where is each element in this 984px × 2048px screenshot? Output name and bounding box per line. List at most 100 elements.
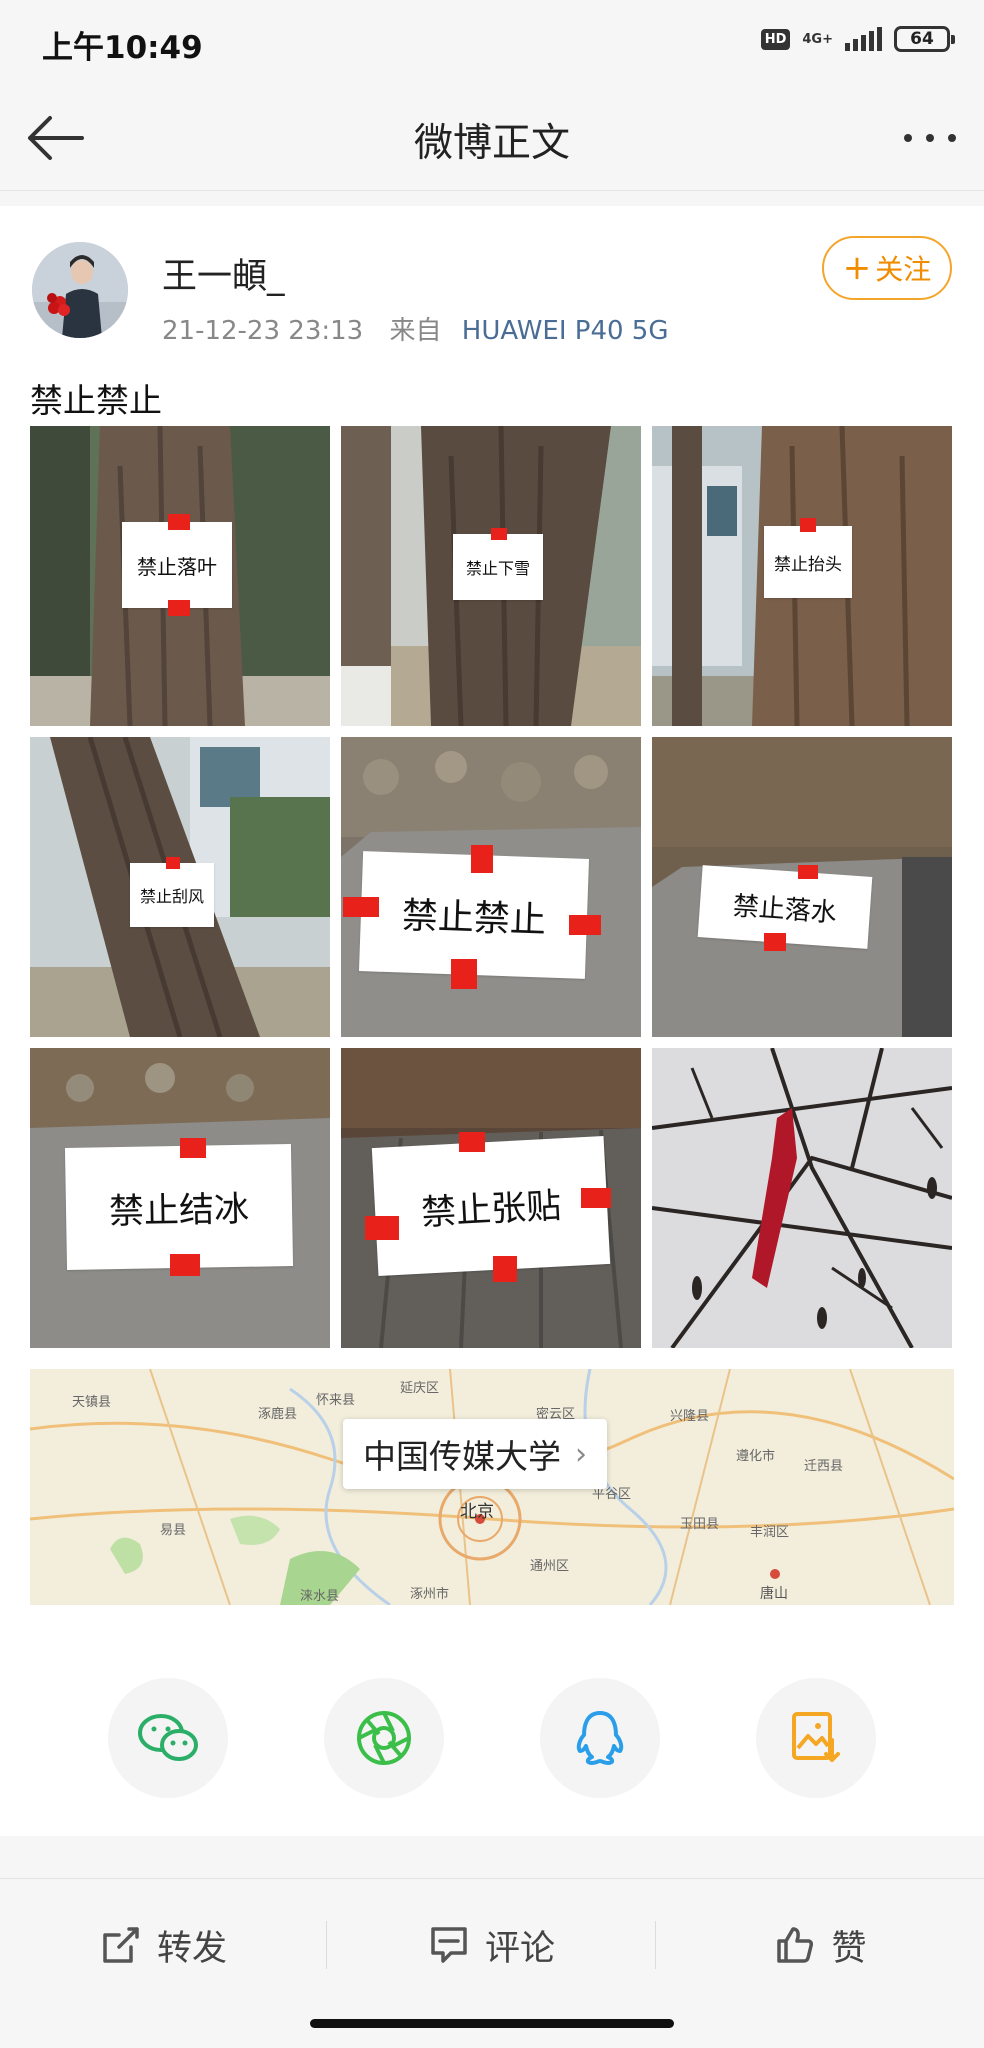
save-image-button[interactable] bbox=[756, 1678, 876, 1798]
sign-text: 禁止下雪 bbox=[465, 559, 530, 578]
post-timestamp: 21-12-23 23:13 bbox=[162, 316, 364, 346]
repost-icon bbox=[103, 1927, 139, 1963]
map-place-label: 北京 bbox=[460, 1502, 494, 1522]
sign-text: 禁止刮风 bbox=[139, 887, 204, 906]
post-image[interactable]: 禁止刮风 bbox=[30, 737, 330, 1037]
map-place-label: 玉田县 bbox=[680, 1517, 720, 1532]
wechat-icon bbox=[138, 1714, 198, 1761]
share-qq-button[interactable] bbox=[540, 1678, 660, 1798]
sign-text: 禁止抬头 bbox=[774, 554, 842, 575]
follow-label: 关注 bbox=[875, 253, 932, 286]
post-image[interactable]: 禁止抬头 bbox=[652, 426, 952, 726]
post-image[interactable] bbox=[652, 1048, 952, 1348]
post-image[interactable]: 禁止张贴 bbox=[341, 1048, 641, 1348]
map-place-label: 涿州市 bbox=[410, 1587, 450, 1602]
source-prefix: 来自 bbox=[389, 316, 442, 346]
source-device[interactable]: HUAWEI P40 5G bbox=[462, 316, 669, 346]
sign: 禁止张贴 bbox=[371, 1136, 611, 1276]
map-place-label: 天镇县 bbox=[72, 1395, 112, 1410]
tape bbox=[471, 845, 493, 873]
plus-icon: + bbox=[842, 248, 872, 288]
sign-text: 禁止落叶 bbox=[137, 554, 217, 579]
comment-icon bbox=[431, 1927, 467, 1963]
tape bbox=[168, 514, 190, 530]
sign-text: 禁止张贴 bbox=[420, 1185, 563, 1234]
tape bbox=[451, 959, 477, 989]
share-moments-button[interactable] bbox=[324, 1678, 444, 1798]
thumbs-up-icon bbox=[777, 1927, 814, 1963]
map-place-label: 易县 bbox=[160, 1523, 187, 1538]
home-indicator[interactable] bbox=[310, 2019, 674, 2028]
battery-icon: 64 bbox=[894, 26, 955, 52]
page-title: 微博正文 bbox=[413, 121, 570, 166]
map-place-label: 丰润区 bbox=[750, 1525, 790, 1540]
save-image-icon bbox=[792, 1712, 840, 1762]
map-place-label: 延庆区 bbox=[400, 1381, 440, 1396]
share-wechat-button[interactable] bbox=[108, 1678, 228, 1798]
repost-button[interactable]: 转发 bbox=[0, 1879, 326, 2011]
follow-button[interactable]: + 关注 bbox=[822, 236, 952, 300]
map-place-label: 兴隆县 bbox=[670, 1409, 710, 1424]
moments-icon bbox=[357, 1711, 411, 1765]
tape bbox=[491, 528, 507, 540]
map-place-label: 迁西县 bbox=[804, 1459, 844, 1474]
post-image[interactable]: 禁止结冰 bbox=[30, 1048, 330, 1348]
tape bbox=[581, 1188, 611, 1208]
image-grid: 禁止落叶 禁止下雪 禁止抬头 禁止刮风 禁止禁止 禁止落水 禁止结冰 禁止张贴 bbox=[30, 426, 952, 1348]
more-icon[interactable] bbox=[900, 126, 960, 150]
tape bbox=[569, 915, 601, 935]
tape bbox=[168, 600, 190, 616]
sign-text: 禁止结冰 bbox=[108, 1189, 250, 1232]
tape bbox=[180, 1138, 206, 1158]
tape bbox=[493, 1256, 517, 1282]
like-button[interactable]: 赞 bbox=[656, 1879, 984, 2011]
tape bbox=[170, 1254, 200, 1276]
share-row bbox=[0, 1678, 984, 1800]
post-text: 禁止禁止 bbox=[30, 381, 162, 420]
hd-icon: HD bbox=[760, 28, 791, 50]
sign: 禁止抬头 bbox=[764, 526, 852, 598]
post-image[interactable]: 禁止落叶 bbox=[30, 426, 330, 726]
tape bbox=[459, 1132, 485, 1152]
location-name: 中国传媒大学 bbox=[363, 1437, 561, 1476]
repost-label: 转发 bbox=[156, 1928, 227, 1969]
map-place-label: 涞水县 bbox=[300, 1589, 340, 1604]
chevron-right-icon: › bbox=[575, 1436, 587, 1472]
author-name[interactable]: 王一頔_ bbox=[162, 248, 285, 299]
sign-text: 禁止禁止 bbox=[401, 895, 547, 942]
qq-icon bbox=[576, 1711, 624, 1765]
tape bbox=[764, 933, 786, 951]
location-map[interactable]: 北京 唐山 天镇县 涿鹿县 怀来县 延庆区 密云区 兴隆县 遵化市 迁西县 平谷… bbox=[30, 1369, 954, 1605]
comment-button[interactable]: 评论 bbox=[327, 1879, 655, 2011]
sign-text: 禁止落水 bbox=[731, 890, 838, 929]
sign: 禁止下雪 bbox=[453, 534, 543, 600]
sign: 禁止落叶 bbox=[122, 522, 232, 608]
map-place-label: 涿鹿县 bbox=[258, 1407, 298, 1422]
sign: 禁止刮风 bbox=[130, 863, 214, 927]
tape bbox=[365, 1216, 399, 1240]
tape bbox=[800, 518, 816, 532]
tape bbox=[166, 857, 180, 869]
post-card: 王一頔_ 21-12-23 23:13 来自 HUAWEI P40 5G + 关… bbox=[0, 206, 984, 1836]
tape bbox=[798, 865, 818, 879]
location-label[interactable]: 中国传媒大学 › bbox=[343, 1419, 607, 1489]
signal-icon bbox=[845, 27, 882, 51]
post-image[interactable]: 禁止禁止 bbox=[341, 737, 641, 1037]
network-type: 4G+ bbox=[802, 31, 833, 47]
nav-bar: 微博正文 bbox=[0, 86, 984, 191]
map-place-label: 遵化市 bbox=[736, 1449, 776, 1464]
map-place-label: 怀来县 bbox=[316, 1393, 356, 1408]
status-indicators: HD 4G+ 64 bbox=[760, 26, 955, 52]
post-image[interactable]: 禁止下雪 bbox=[341, 426, 641, 726]
battery-level: 64 bbox=[910, 29, 934, 49]
avatar[interactable] bbox=[32, 242, 128, 338]
bottom-toolbar: 转发 评论 赞 bbox=[0, 1878, 984, 2011]
status-time: 上午10:49 bbox=[42, 30, 203, 66]
post-meta: 21-12-23 23:13 来自 HUAWEI P40 5G bbox=[162, 310, 669, 347]
map-place-label: 通州区 bbox=[530, 1559, 570, 1574]
post-image[interactable]: 禁止落水 bbox=[652, 737, 952, 1037]
map-place-label: 唐山 bbox=[760, 1586, 788, 1602]
sign: 禁止结冰 bbox=[64, 1144, 294, 1270]
tape bbox=[343, 897, 379, 917]
comment-label: 评论 bbox=[484, 1928, 555, 1969]
